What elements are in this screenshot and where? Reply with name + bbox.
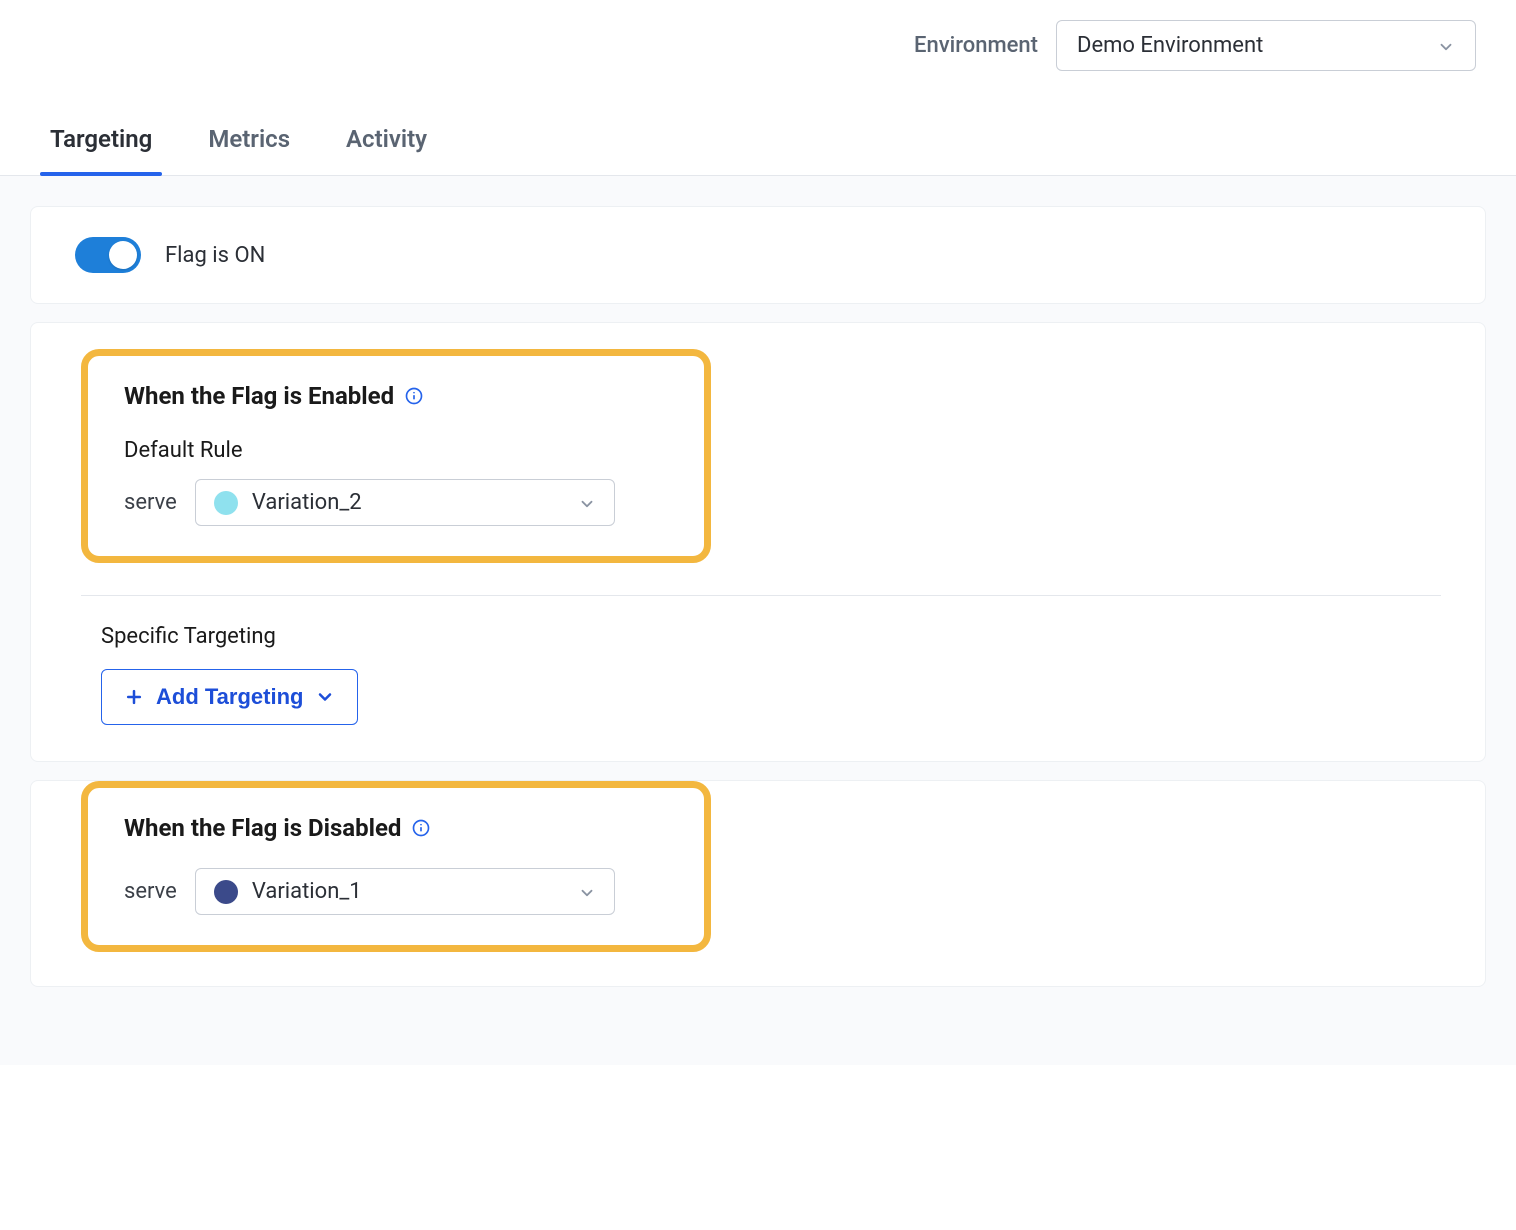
- disabled-variation-select[interactable]: Variation_1: [195, 868, 615, 915]
- default-rule-label: Default Rule: [124, 438, 668, 463]
- add-targeting-button[interactable]: Add Targeting: [101, 669, 358, 725]
- flag-disabled-card: When the Flag is Disabled serve Variatio…: [30, 780, 1486, 987]
- info-icon[interactable]: [411, 818, 431, 838]
- serve-label-enabled: serve: [124, 490, 177, 515]
- toggle-knob: [109, 241, 137, 269]
- environment-label: Environment: [914, 33, 1038, 58]
- flag-state-label: Flag is ON: [165, 243, 265, 268]
- tab-metrics[interactable]: Metrics: [208, 101, 290, 175]
- info-icon[interactable]: [404, 386, 424, 406]
- environment-selected-value: Demo Environment: [1077, 33, 1263, 58]
- flag-enabled-card: When the Flag is Enabled Default Rule se…: [30, 322, 1486, 762]
- enabled-variation-select[interactable]: Variation_2: [195, 479, 615, 526]
- chevron-down-icon: [578, 883, 596, 901]
- plus-icon: [124, 687, 144, 707]
- serve-label-disabled: serve: [124, 879, 177, 904]
- disabled-variation-name: Variation_1: [252, 879, 362, 904]
- enabled-variation-name: Variation_2: [252, 490, 362, 515]
- variation-swatch-enabled: [214, 491, 238, 515]
- environment-bar: Environment Demo Environment: [0, 0, 1516, 101]
- content-area: Flag is ON When the Flag is Enabled Defa…: [0, 176, 1516, 1065]
- disabled-title: When the Flag is Disabled: [124, 814, 401, 842]
- tabs: Targeting Metrics Activity: [0, 101, 1516, 176]
- environment-select[interactable]: Demo Environment: [1056, 20, 1476, 71]
- variation-swatch-disabled: [214, 880, 238, 904]
- flag-state-card: Flag is ON: [30, 206, 1486, 304]
- chevron-down-icon: [1437, 37, 1455, 55]
- tab-activity[interactable]: Activity: [346, 101, 427, 175]
- enabled-title: When the Flag is Enabled: [124, 382, 394, 410]
- chevron-down-icon: [315, 687, 335, 707]
- chevron-down-icon: [578, 494, 596, 512]
- add-targeting-label: Add Targeting: [156, 684, 303, 710]
- enabled-highlight: When the Flag is Enabled Default Rule se…: [81, 349, 711, 563]
- flag-toggle[interactable]: [75, 237, 141, 273]
- divider: [81, 595, 1441, 596]
- tab-targeting[interactable]: Targeting: [50, 101, 152, 175]
- specific-targeting-title: Specific Targeting: [101, 624, 1441, 649]
- disabled-highlight: When the Flag is Disabled serve Variatio…: [81, 781, 711, 952]
